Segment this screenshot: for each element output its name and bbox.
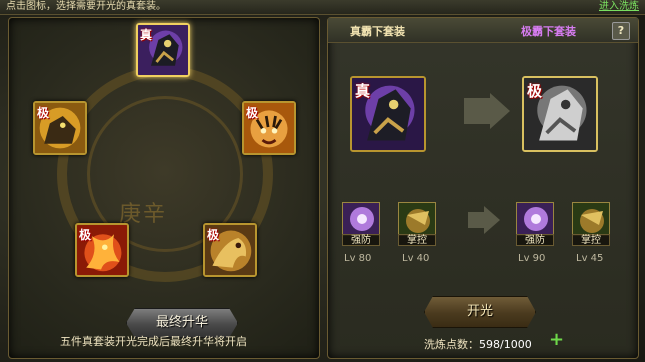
skill-defense-icon bbox=[342, 202, 380, 236]
sublimation-note: 五件真套装开光完成后最终升华将开启 bbox=[60, 335, 247, 348]
suit-slot-top[interactable]: 真 bbox=[136, 23, 190, 77]
skill-defense-icon bbox=[516, 202, 554, 236]
skill-arrow-icon bbox=[484, 206, 500, 234]
skill-level: Lv 90 bbox=[518, 253, 546, 264]
hint-text: 点击图标，选择需要开光的真套装。 bbox=[6, 1, 166, 12]
skill-control-icon bbox=[572, 202, 610, 236]
skill-arrow-stem bbox=[468, 212, 484, 228]
refine-points: 洗炼点数：598/1000 bbox=[424, 336, 532, 352]
consecrate-button[interactable]: 开光 bbox=[424, 296, 536, 328]
upgrade-arrow-icon bbox=[490, 93, 510, 129]
consecration-panel: 真霸下套装 极霸下套装 ? 真 极 强防 Lv 80 掌控 Lv 40 强防 L… bbox=[327, 17, 639, 359]
skill-control-icon bbox=[398, 202, 436, 236]
suit-badge: 真 bbox=[355, 82, 371, 100]
skill-name: 强防 bbox=[342, 234, 380, 246]
suit-badge: 极 bbox=[37, 106, 50, 120]
suit-slot-bottom-left[interactable]: 极 bbox=[75, 223, 129, 277]
suit-badge: 真 bbox=[140, 28, 153, 42]
skill-level: Lv 80 bbox=[344, 253, 372, 264]
points-label: 洗炼点数： bbox=[424, 338, 479, 351]
tab-current-suit[interactable]: 真霸下套装 bbox=[350, 23, 405, 39]
skill-name: 掌控 bbox=[572, 234, 610, 246]
current-suit-icon: 真 bbox=[350, 76, 426, 152]
suit-badge: 极 bbox=[246, 106, 259, 120]
tab-target-suit[interactable]: 极霸下套装 bbox=[521, 23, 576, 39]
skill-name: 掌控 bbox=[398, 234, 436, 246]
skill-name: 强防 bbox=[516, 234, 554, 246]
target-suit-icon: 极 bbox=[522, 76, 598, 152]
points-value: 598/1000 bbox=[479, 338, 532, 351]
suit-selection-panel: 庚辛 真 极 极 极 极 最终升华 bbox=[8, 17, 320, 359]
suit-slot-right[interactable]: 极 bbox=[242, 101, 296, 155]
hint-bar: 点击图标，选择需要开光的真套装。 进入洗炼 bbox=[0, 0, 645, 15]
help-icon[interactable]: ? bbox=[612, 22, 630, 40]
suit-slot-bottom-right[interactable]: 极 bbox=[203, 223, 257, 277]
suit-badge: 极 bbox=[79, 228, 92, 242]
suit-badge: 极 bbox=[207, 228, 220, 242]
upgrade-arrow-stem bbox=[464, 98, 490, 124]
window-frame: 点击图标，选择需要开光的真套装。 进入洗炼 庚辛 真 极 极 极 极 最终升华 … bbox=[0, 0, 645, 362]
enter-refine-link[interactable]: 进入洗炼 bbox=[599, 0, 639, 14]
skill-level: Lv 45 bbox=[576, 253, 604, 264]
add-points-icon[interactable]: + bbox=[549, 331, 564, 349]
suit-badge: 极 bbox=[527, 82, 543, 100]
suit-slot-left[interactable]: 极 bbox=[33, 101, 87, 155]
skill-level: Lv 40 bbox=[402, 253, 430, 264]
suit-tabs: 真霸下套装 极霸下套装 ? bbox=[328, 18, 638, 43]
